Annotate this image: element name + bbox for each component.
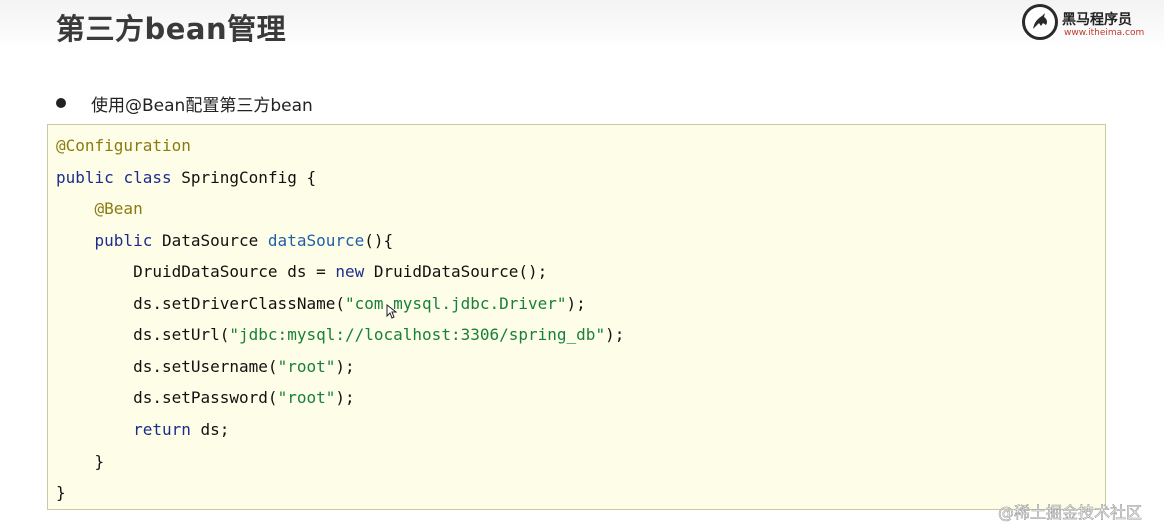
- bullet-dot-icon: [56, 98, 66, 108]
- string-token: "com.mysql.jdbc.Driver": [344, 294, 567, 313]
- code-text: }: [94, 452, 105, 471]
- code-line-5: DruidDataSource ds = new DruidDataSource…: [56, 260, 547, 284]
- horse-logo-icon: [1022, 4, 1058, 40]
- code-text: DruidDataSource ds =: [133, 262, 336, 281]
- code-text: ds.setDriverClassName(: [133, 294, 345, 313]
- string-token: "jdbc:mysql://localhost:3306/spring_db": [229, 325, 606, 344]
- keyword-token: return: [133, 420, 191, 439]
- code-line-8: ds.setUsername("root");: [56, 355, 355, 379]
- keyword-token: class: [123, 168, 172, 187]
- code-text: DruidDataSource();: [364, 262, 548, 281]
- code-text: DataSource: [152, 231, 268, 250]
- code-line-2: public class SpringConfig {: [56, 166, 316, 190]
- code-text: ds.setUsername(: [133, 357, 278, 376]
- keyword-token: public: [56, 168, 114, 187]
- brand-logo: 黑马程序员 www.itheima.com: [1022, 4, 1152, 44]
- code-line-1: @Configuration: [56, 134, 191, 158]
- code-line-12: }: [56, 481, 66, 505]
- keyword-token: new: [335, 262, 365, 281]
- code-text: );: [335, 388, 355, 407]
- code-text: }: [56, 483, 66, 502]
- code-line-3: @Bean: [56, 197, 143, 221]
- code-text: ds.setPassword(: [133, 388, 278, 407]
- code-panel: @Configuration public class SpringConfig…: [47, 124, 1106, 510]
- logo-url: www.itheima.com: [1064, 28, 1145, 38]
- slide-title: 第三方bean管理: [56, 12, 287, 46]
- annotation-token: @Configuration: [56, 136, 191, 155]
- code-line-9: ds.setPassword("root");: [56, 386, 355, 410]
- string-token: "root": [277, 388, 336, 407]
- code-text: ds;: [190, 420, 230, 439]
- code-line-6: ds.setDriverClassName("com.mysql.jdbc.Dr…: [56, 292, 586, 316]
- annotation-token: @Bean: [94, 199, 143, 218]
- code-text: );: [605, 325, 625, 344]
- logo-name: 黑马程序员: [1062, 12, 1132, 28]
- code-text: SpringConfig {: [171, 168, 317, 187]
- bullet-text: 使用@Bean配置第三方bean: [91, 95, 313, 116]
- method-name-token: dataSource: [267, 231, 365, 250]
- code-text: (){: [364, 231, 394, 250]
- code-text: );: [566, 294, 586, 313]
- code-line-11: }: [56, 450, 105, 474]
- code-line-10: return ds;: [56, 418, 229, 442]
- code-line-7: ds.setUrl("jdbc:mysql://localhost:3306/s…: [56, 323, 624, 347]
- code-text: ds.setUrl(: [133, 325, 230, 344]
- code-line-4: public DataSource dataSource(){: [56, 229, 394, 253]
- watermark: @稀土掘金技术社区: [998, 503, 1143, 523]
- keyword-token: public: [94, 231, 153, 250]
- string-token: "root": [277, 357, 336, 376]
- bullet-item: 使用@Bean配置第三方bean: [56, 91, 313, 116]
- code-text: );: [335, 357, 355, 376]
- mouse-cursor-icon: [386, 304, 397, 319]
